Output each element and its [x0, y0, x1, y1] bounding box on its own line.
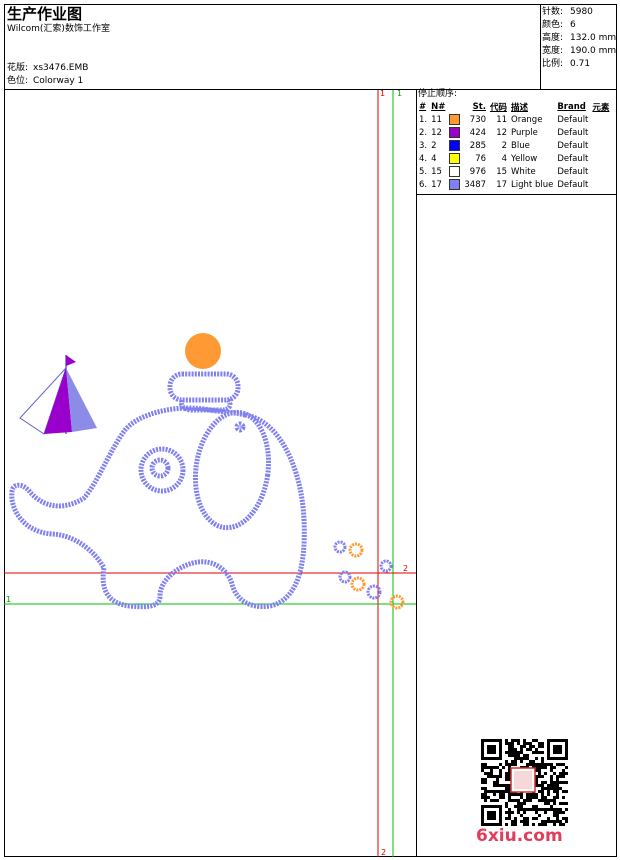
seal-stamp [510, 767, 536, 793]
guide-label-green-h-left: 1 [6, 595, 12, 604]
guide-label-red-v-bottom: 2 [381, 848, 387, 857]
guide-label-green-v-top: 1 [397, 89, 403, 98]
orange-ball [185, 333, 221, 369]
guide-label-red-v-top: 1 [380, 89, 386, 98]
flag-design [19, 355, 97, 435]
watermark-text: 6xiu.com [476, 826, 563, 846]
embroidery-canvas [4, 90, 568, 857]
guide-label-red-h-right: 2 [403, 564, 409, 573]
